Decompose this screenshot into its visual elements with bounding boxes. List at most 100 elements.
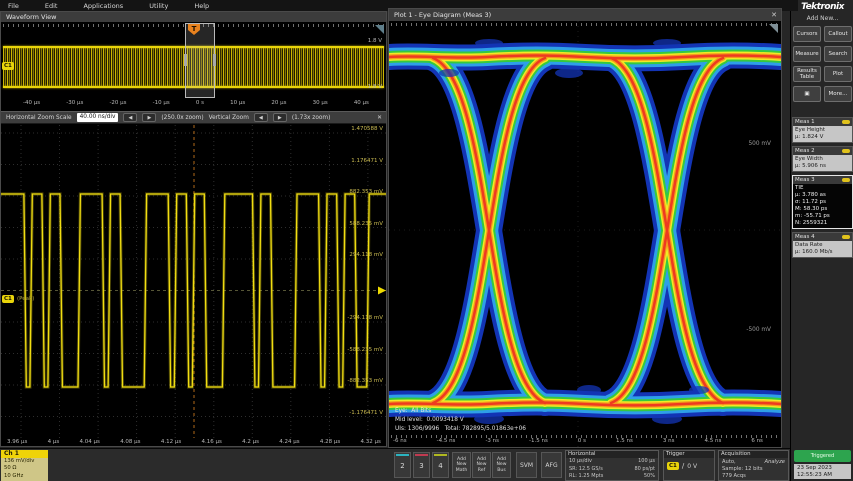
overview-time-label: -40 μs bbox=[23, 100, 40, 109]
plot-close-icon[interactable]: ✕ bbox=[771, 9, 777, 21]
extra-button[interactable]: AFG bbox=[541, 452, 562, 478]
channel1-badge[interactable]: Ch 1 136 mV/div 50 Ω 10 GHz bbox=[1, 450, 48, 481]
overview-time-label: 0 s bbox=[196, 100, 204, 109]
trigger-panel[interactable]: Trigger C1 / 0 V bbox=[663, 450, 715, 481]
horizontal-row: RL: 1.25 Mpts50% bbox=[566, 473, 658, 481]
overview-time-label: 40 μs bbox=[354, 100, 369, 109]
sidebar-button-label: Measure bbox=[795, 51, 818, 57]
view-options-icon[interactable] bbox=[375, 25, 384, 34]
eye-time-label: 0 s bbox=[578, 438, 586, 447]
horizontal-title: Horizontal bbox=[566, 451, 658, 458]
acquisition-panel[interactable]: Acquisition Auto, Analyze Sample: 12 bit… bbox=[718, 450, 789, 481]
zoom-close-icon[interactable]: ✕ bbox=[377, 115, 382, 121]
graticule-y-label: 882.353 mV bbox=[341, 189, 383, 195]
channel-button[interactable]: 3 bbox=[413, 452, 430, 478]
zoomed-waveform-plot bbox=[1, 125, 386, 438]
trigger-status-button[interactable]: Triggered bbox=[794, 450, 851, 462]
overview-time-label: -10 μs bbox=[153, 100, 170, 109]
add-new-button[interactable]: Add New Math bbox=[452, 452, 471, 478]
zoom-channel-note: (Peak) bbox=[17, 295, 34, 303]
channel-button[interactable]: 2 bbox=[394, 452, 411, 478]
overview-time-label: -20 μs bbox=[109, 100, 126, 109]
eye-time-label: -3 ns bbox=[485, 438, 499, 447]
add-new-label: Add New... bbox=[791, 15, 853, 22]
menu-item[interactable]: Help bbox=[194, 2, 209, 10]
measurement-badge[interactable]: Meas 2 Eye Width μ: 5.906 ns bbox=[792, 146, 853, 172]
hzoom-decrease-button[interactable]: ◀ bbox=[123, 113, 137, 122]
channel-button[interactable]: 4 bbox=[432, 452, 449, 478]
overview-channel-badge[interactable]: C1 bbox=[2, 62, 14, 70]
extra-button[interactable]: SVM bbox=[516, 452, 537, 478]
trigger-level: 0 V bbox=[687, 463, 697, 470]
graticule-y-label: 294.118 mV bbox=[341, 252, 383, 258]
menu-item[interactable]: File bbox=[8, 2, 19, 10]
zoom-right-handle[interactable] bbox=[213, 54, 216, 66]
zoom-time-label: 4.04 μs bbox=[80, 439, 100, 448]
datetime-display: 23 Sep 202312:55:23 AM bbox=[794, 464, 851, 479]
overview-time-label: -30 μs bbox=[66, 100, 83, 109]
measurement-badge[interactable]: Meas 1 Eye Height μ: 1.824 V bbox=[792, 117, 853, 143]
measurement-badge[interactable]: Meas 3 TIE μ: 3.780 as σ: 11.72 ps M: 58… bbox=[792, 175, 853, 229]
measurement-values: Eye Width μ: 5.906 ns bbox=[793, 155, 852, 171]
eye-time-label: 4.5 ns bbox=[704, 438, 721, 447]
sidebar-button[interactable]: Measure bbox=[793, 46, 821, 62]
channel1-name: Ch 1 bbox=[1, 450, 48, 458]
sidebar-button[interactable]: Cursors bbox=[793, 26, 821, 42]
bottom-bar: Ch 1 136 mV/div 50 Ω 10 GHz 2 3 4 Add Ne… bbox=[0, 448, 790, 481]
sidebar-button[interactable]: More... bbox=[824, 86, 852, 102]
menu-item[interactable]: Applications bbox=[83, 2, 123, 10]
zoom-toolbar: Horizontal Zoom Scale 40.00 ns/div ◀ ▶ (… bbox=[1, 111, 386, 124]
sidebar-button[interactable]: ▣ bbox=[793, 86, 821, 102]
acquisition-title: Acquisition bbox=[719, 451, 788, 458]
measurement-source-pill bbox=[842, 149, 850, 153]
zoom-left-handle[interactable] bbox=[184, 54, 187, 66]
add-new-button[interactable]: Add New Ref bbox=[472, 452, 491, 478]
zoom-region-box[interactable] bbox=[185, 23, 215, 98]
tektronix-logo: Tektronix bbox=[791, 2, 853, 12]
zoom-time-label: 3.96 μs bbox=[7, 439, 27, 448]
sidebar-button[interactable]: Search bbox=[824, 46, 852, 62]
acquisition-analyze: Analyze bbox=[765, 458, 785, 466]
vzoom-decrease-button[interactable]: ◀ bbox=[254, 113, 268, 122]
screenshot-icon: ▣ bbox=[804, 91, 809, 97]
sidebar-buttons: Cursors Callout Measure Search Results T… bbox=[793, 26, 852, 102]
measurement-badge[interactable]: Meas 4 Data Rate μ: 160.0 Mb/s bbox=[792, 232, 853, 258]
measurement-name: Meas 2 bbox=[793, 147, 852, 155]
eye-y-label-bottom: -500 mV bbox=[746, 327, 771, 333]
vzoom-increase-button[interactable]: ▶ bbox=[273, 113, 287, 122]
acquisition-sample: Sample: 12 bits bbox=[719, 466, 788, 473]
overview-strip: T 1.8 V -1.8 V C1 bbox=[1, 22, 386, 99]
measurement-name: Meas 4 bbox=[793, 233, 852, 241]
sidebar-button[interactable]: Results Table bbox=[793, 66, 821, 82]
menu-item[interactable]: Edit bbox=[45, 2, 58, 10]
hzoom-factor: (250.0x zoom) bbox=[161, 115, 203, 121]
eye-time-label: -1.5 ns bbox=[529, 438, 548, 447]
hzoom-increase-button[interactable]: ▶ bbox=[142, 113, 156, 122]
zoom-time-label: 4.2 μs bbox=[242, 439, 259, 448]
add-new-button[interactable]: Add New Bus bbox=[492, 452, 511, 478]
overview-time-label: 30 μs bbox=[313, 100, 328, 109]
graticule-y-label: -1.176471 V bbox=[341, 410, 383, 416]
acquisition-mode: Auto, bbox=[722, 458, 736, 466]
overview-scale-top: 1.8 V bbox=[368, 38, 382, 44]
right-sidebar: Tektronix Add New... Cursors Callout Mea… bbox=[790, 0, 853, 481]
zoom-time-label: 4.24 μs bbox=[279, 439, 299, 448]
graticule-y-label: 1.470588 V bbox=[341, 126, 383, 132]
sidebar-button[interactable]: Plot bbox=[824, 66, 852, 82]
eye-y-label-top: 500 mV bbox=[748, 141, 771, 147]
zoom-graticule: 1.470588 V1.176471 V882.353 mV588.235 mV… bbox=[1, 125, 386, 438]
graticule-y-label: 588.235 mV bbox=[341, 221, 383, 227]
menu-item[interactable]: Utility bbox=[149, 2, 168, 10]
overview-time-label: 20 μs bbox=[271, 100, 286, 109]
zoom-time-label: 4.28 μs bbox=[320, 439, 340, 448]
graticule-y-label: -882.353 mV bbox=[341, 378, 383, 384]
eye-time-label: 6 ns bbox=[751, 438, 763, 447]
sidebar-button[interactable]: Callout bbox=[824, 26, 852, 42]
horizontal-row: 10 μs/div100 μs bbox=[566, 458, 658, 466]
horizontal-zoom-scale-input[interactable]: 40.00 ns/div bbox=[77, 113, 119, 122]
zoom-channel-marker[interactable]: C1 bbox=[2, 295, 14, 303]
horizontal-panel[interactable]: Horizontal 10 μs/div100 μs SR: 12.5 GS/s… bbox=[565, 450, 659, 481]
overview-time-axis: -40 μs-30 μs-20 μs-10 μs0 s10 μs20 μs30 … bbox=[23, 100, 369, 109]
eye-time-label: 3 ns bbox=[663, 438, 675, 447]
eye-time-label: -4.5 ns bbox=[437, 438, 456, 447]
